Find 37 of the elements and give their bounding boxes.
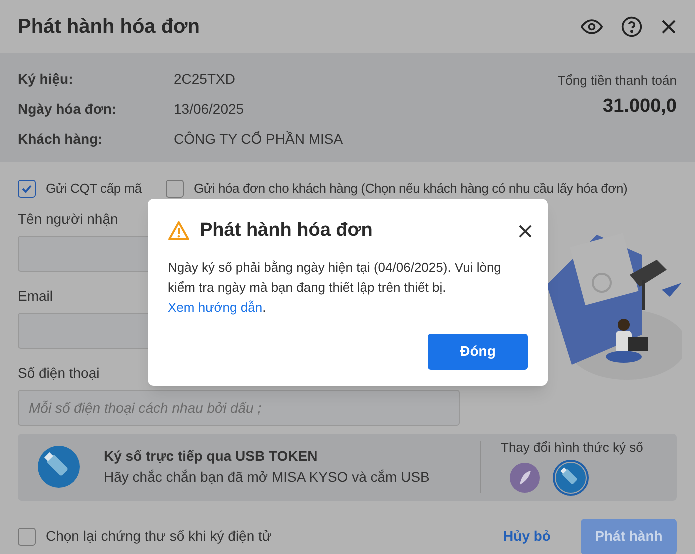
field-label: Khách hàng: bbox=[18, 130, 104, 149]
change-method-label: Thay đổi hình thức ký số bbox=[501, 439, 644, 458]
window-title: Phát hành hóa đơn bbox=[18, 14, 200, 40]
usb-icon bbox=[38, 446, 80, 488]
checkbox[interactable] bbox=[18, 528, 36, 546]
feather-pen-icon bbox=[510, 462, 540, 493]
signing-title: Ký số trực tiếp qua USB TOKEN bbox=[104, 447, 319, 466]
dialog-title: Phát hành hóa đơn bbox=[200, 219, 373, 243]
signing-method-button[interactable] bbox=[553, 460, 589, 496]
close-button[interactable]: Đóng bbox=[428, 334, 528, 370]
signing-hint: Hãy chắc chắn bạn đã mở MISA KYSO và cắm USB bbox=[104, 468, 431, 487]
field-label: Số điện thoại bbox=[18, 364, 100, 382]
link-punctuation: . bbox=[262, 300, 266, 314]
field-value: 2C25TXD bbox=[174, 70, 236, 89]
checkbox[interactable] bbox=[18, 180, 36, 198]
close-icon[interactable] bbox=[661, 18, 677, 34]
usb-icon bbox=[556, 462, 586, 493]
warning-icon bbox=[168, 221, 190, 242]
checkmark-icon bbox=[21, 182, 33, 195]
total-label: Tổng tiền thanh toán bbox=[558, 72, 677, 90]
close-icon[interactable] bbox=[519, 224, 532, 238]
checkbox-label: Chọn lại chứng thư số khi ký điện tử bbox=[46, 527, 272, 546]
field-value: CÔNG TY CỔ PHẦN MISA bbox=[174, 130, 344, 149]
field-value: 13/06/2025 bbox=[174, 100, 244, 119]
guide-link[interactable]: Xem hướng dẫn bbox=[168, 300, 263, 314]
field-label: Email bbox=[18, 286, 54, 306]
field-label: Ngày hóa đơn: bbox=[18, 100, 118, 119]
total-amount: 31.000,0 bbox=[603, 94, 677, 118]
checkbox-label: Gửi hóa đơn cho khách hàng (Chọn nếu khách hàng có nhu cầu lấy hóa đơn) bbox=[194, 180, 628, 198]
input-field[interactable]: Mỗi số điện thoại cách nhau bởi dấu ; bbox=[18, 390, 460, 426]
field-label: Tên người nhận bbox=[18, 210, 118, 229]
checkbox-label: Gửi CQT cấp mã bbox=[46, 180, 142, 198]
checkbox[interactable] bbox=[166, 180, 184, 198]
help-icon[interactable] bbox=[621, 16, 643, 38]
field-label: Ký hiệu: bbox=[18, 70, 74, 89]
dialog-message: Ngày ký số phải bằng ngày hiện tại (04/06/2025). Vui lòng kiểm tra ngày mà bạn đang thiết lập trên thiết bị. bbox=[168, 258, 502, 297]
cancel-link[interactable]: Hủy bỏ bbox=[504, 526, 551, 547]
